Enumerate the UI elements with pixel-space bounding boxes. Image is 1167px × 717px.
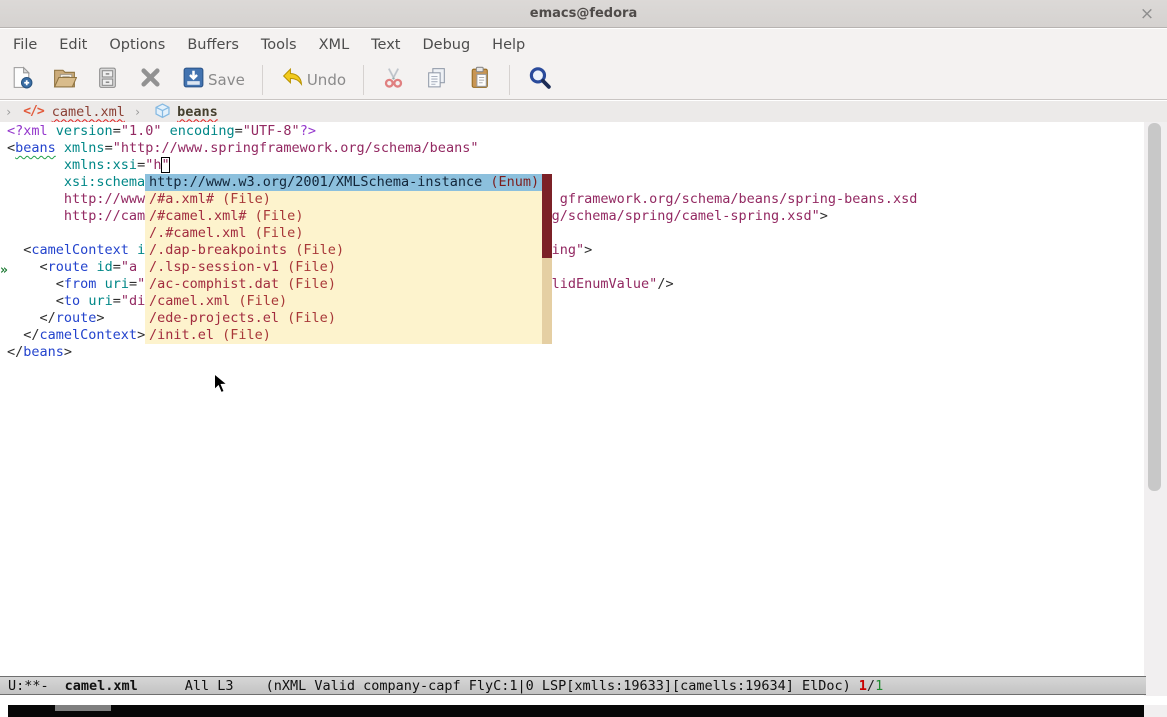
new-file-button[interactable] bbox=[9, 65, 34, 94]
toolbar-separator bbox=[363, 65, 364, 95]
element-cube-icon bbox=[153, 102, 172, 121]
mode-line: U:**- camel.xml All L3 (nXML Valid compa… bbox=[0, 676, 1146, 695]
completion-item[interactable]: /#camel.xml# (File) bbox=[145, 208, 542, 225]
menu-edit[interactable]: Edit bbox=[48, 29, 98, 60]
modeline-buffer-name[interactable]: camel.xml bbox=[65, 678, 138, 694]
completion-item[interactable]: /.lsp-session-v1 (File) bbox=[145, 259, 542, 276]
breadcrumb-file[interactable]: camel.xml bbox=[52, 104, 125, 120]
new-file-icon bbox=[9, 65, 34, 94]
completion-item[interactable]: /.#camel.xml (File) bbox=[145, 225, 542, 242]
xml-file-icon: </> bbox=[23, 104, 43, 119]
copy-icon bbox=[424, 65, 449, 94]
chevron-right-icon: › bbox=[129, 105, 146, 119]
save-label: Save bbox=[208, 71, 245, 89]
modeline-window-total: 1 bbox=[875, 678, 883, 694]
menu-tools[interactable]: Tools bbox=[250, 29, 308, 60]
close-icon[interactable]: × bbox=[1137, 4, 1157, 24]
modeline-modes[interactable]: (nXML Valid company-capf FlyC:1|0 LSP[xm… bbox=[266, 678, 851, 694]
open-file-button[interactable] bbox=[52, 65, 77, 94]
completion-item[interactable]: /.dap-breakpoints (File) bbox=[145, 242, 542, 259]
mouse-pointer-icon bbox=[213, 373, 229, 395]
undo-button[interactable]: Undo bbox=[280, 65, 346, 94]
window-scrollbar[interactable] bbox=[1144, 122, 1167, 717]
modeline-position: All L3 bbox=[185, 678, 234, 694]
breadcrumb-element[interactable]: beans bbox=[177, 104, 218, 120]
search-icon bbox=[527, 65, 552, 94]
search-button[interactable] bbox=[527, 65, 552, 94]
completion-item[interactable]: /init.el (File) bbox=[145, 327, 542, 344]
menu-debug[interactable]: Debug bbox=[411, 29, 481, 60]
menu-text[interactable]: Text bbox=[360, 29, 411, 60]
paste-button[interactable] bbox=[467, 65, 492, 94]
completion-popup: http://www.w3.org/2001/XMLSchema-instanc… bbox=[145, 174, 552, 344]
menu-buffers[interactable]: Buffers bbox=[176, 29, 250, 60]
scissors-icon bbox=[381, 65, 406, 94]
modeline-window-separator: / bbox=[867, 678, 875, 694]
completion-item[interactable]: /#a.xml# (File) bbox=[145, 191, 542, 208]
clipboard-icon bbox=[467, 65, 492, 94]
bottom-strip-notch bbox=[55, 705, 111, 711]
undo-label: Undo bbox=[307, 71, 346, 89]
completion-list: http://www.w3.org/2001/XMLSchema-instanc… bbox=[145, 174, 542, 344]
save-button[interactable]: Save bbox=[181, 65, 245, 94]
completion-item[interactable]: /ac-comphist.dat (File) bbox=[145, 276, 542, 293]
bottom-strip bbox=[8, 705, 1144, 717]
menu-options[interactable]: Options bbox=[98, 29, 176, 60]
tool-bar: Save Undo bbox=[0, 60, 1167, 100]
title-bar: emacs@fedora × bbox=[0, 0, 1167, 28]
fringe-boundary-icon: » bbox=[0, 263, 8, 278]
cut-button[interactable] bbox=[381, 65, 406, 94]
echo-area[interactable] bbox=[0, 696, 1167, 705]
completion-item[interactable]: http://www.w3.org/2001/XMLSchema-instanc… bbox=[145, 174, 542, 191]
breadcrumb: › </> camel.xml › beans bbox=[0, 101, 1167, 122]
modeline-state: U:**- bbox=[8, 678, 49, 694]
toolbar-separator bbox=[262, 65, 263, 95]
breadcrumb-root-chevron-icon: › bbox=[0, 105, 17, 119]
toolbar-separator bbox=[509, 65, 510, 95]
undo-icon bbox=[280, 65, 305, 94]
window-scrollbar-thumb[interactable] bbox=[1148, 123, 1161, 491]
completion-scrollbar-thumb[interactable] bbox=[542, 174, 552, 258]
completion-scrollbar[interactable] bbox=[542, 174, 552, 344]
copy-button[interactable] bbox=[424, 65, 449, 94]
editor-buffer[interactable]: » <?xml version="1.0" encoding="UTF-8"?>… bbox=[0, 122, 1144, 676]
dired-button[interactable] bbox=[95, 65, 120, 94]
close-x-icon bbox=[138, 65, 163, 94]
close-buffer-button[interactable] bbox=[138, 65, 163, 94]
emacs-window: emacs@fedora × FileEditOptionsBuffersToo… bbox=[0, 0, 1167, 717]
completion-item[interactable]: /ede-projects.el (File) bbox=[145, 310, 542, 327]
modeline-window-index: 1 bbox=[859, 678, 867, 694]
completion-item[interactable]: /camel.xml (File) bbox=[145, 293, 542, 310]
code-line: <?xml version="1.0" encoding="UTF-8"?> bbox=[7, 123, 1144, 140]
menu-xml[interactable]: XML bbox=[308, 29, 361, 60]
menu-bar: FileEditOptionsBuffersToolsXMLTextDebugH… bbox=[0, 29, 1167, 60]
menu-file[interactable]: File bbox=[2, 29, 48, 60]
save-icon bbox=[181, 65, 206, 94]
window-title: emacs@fedora bbox=[530, 6, 637, 21]
menu-help[interactable]: Help bbox=[481, 29, 536, 60]
file-cabinet-icon bbox=[95, 65, 120, 94]
code-line: xmlns:xsi="h" bbox=[7, 157, 1144, 174]
code-line: <beans xmlns="http://www.springframework… bbox=[7, 140, 1144, 157]
open-folder-icon bbox=[52, 65, 77, 94]
code-line: </beans> bbox=[7, 344, 1144, 361]
